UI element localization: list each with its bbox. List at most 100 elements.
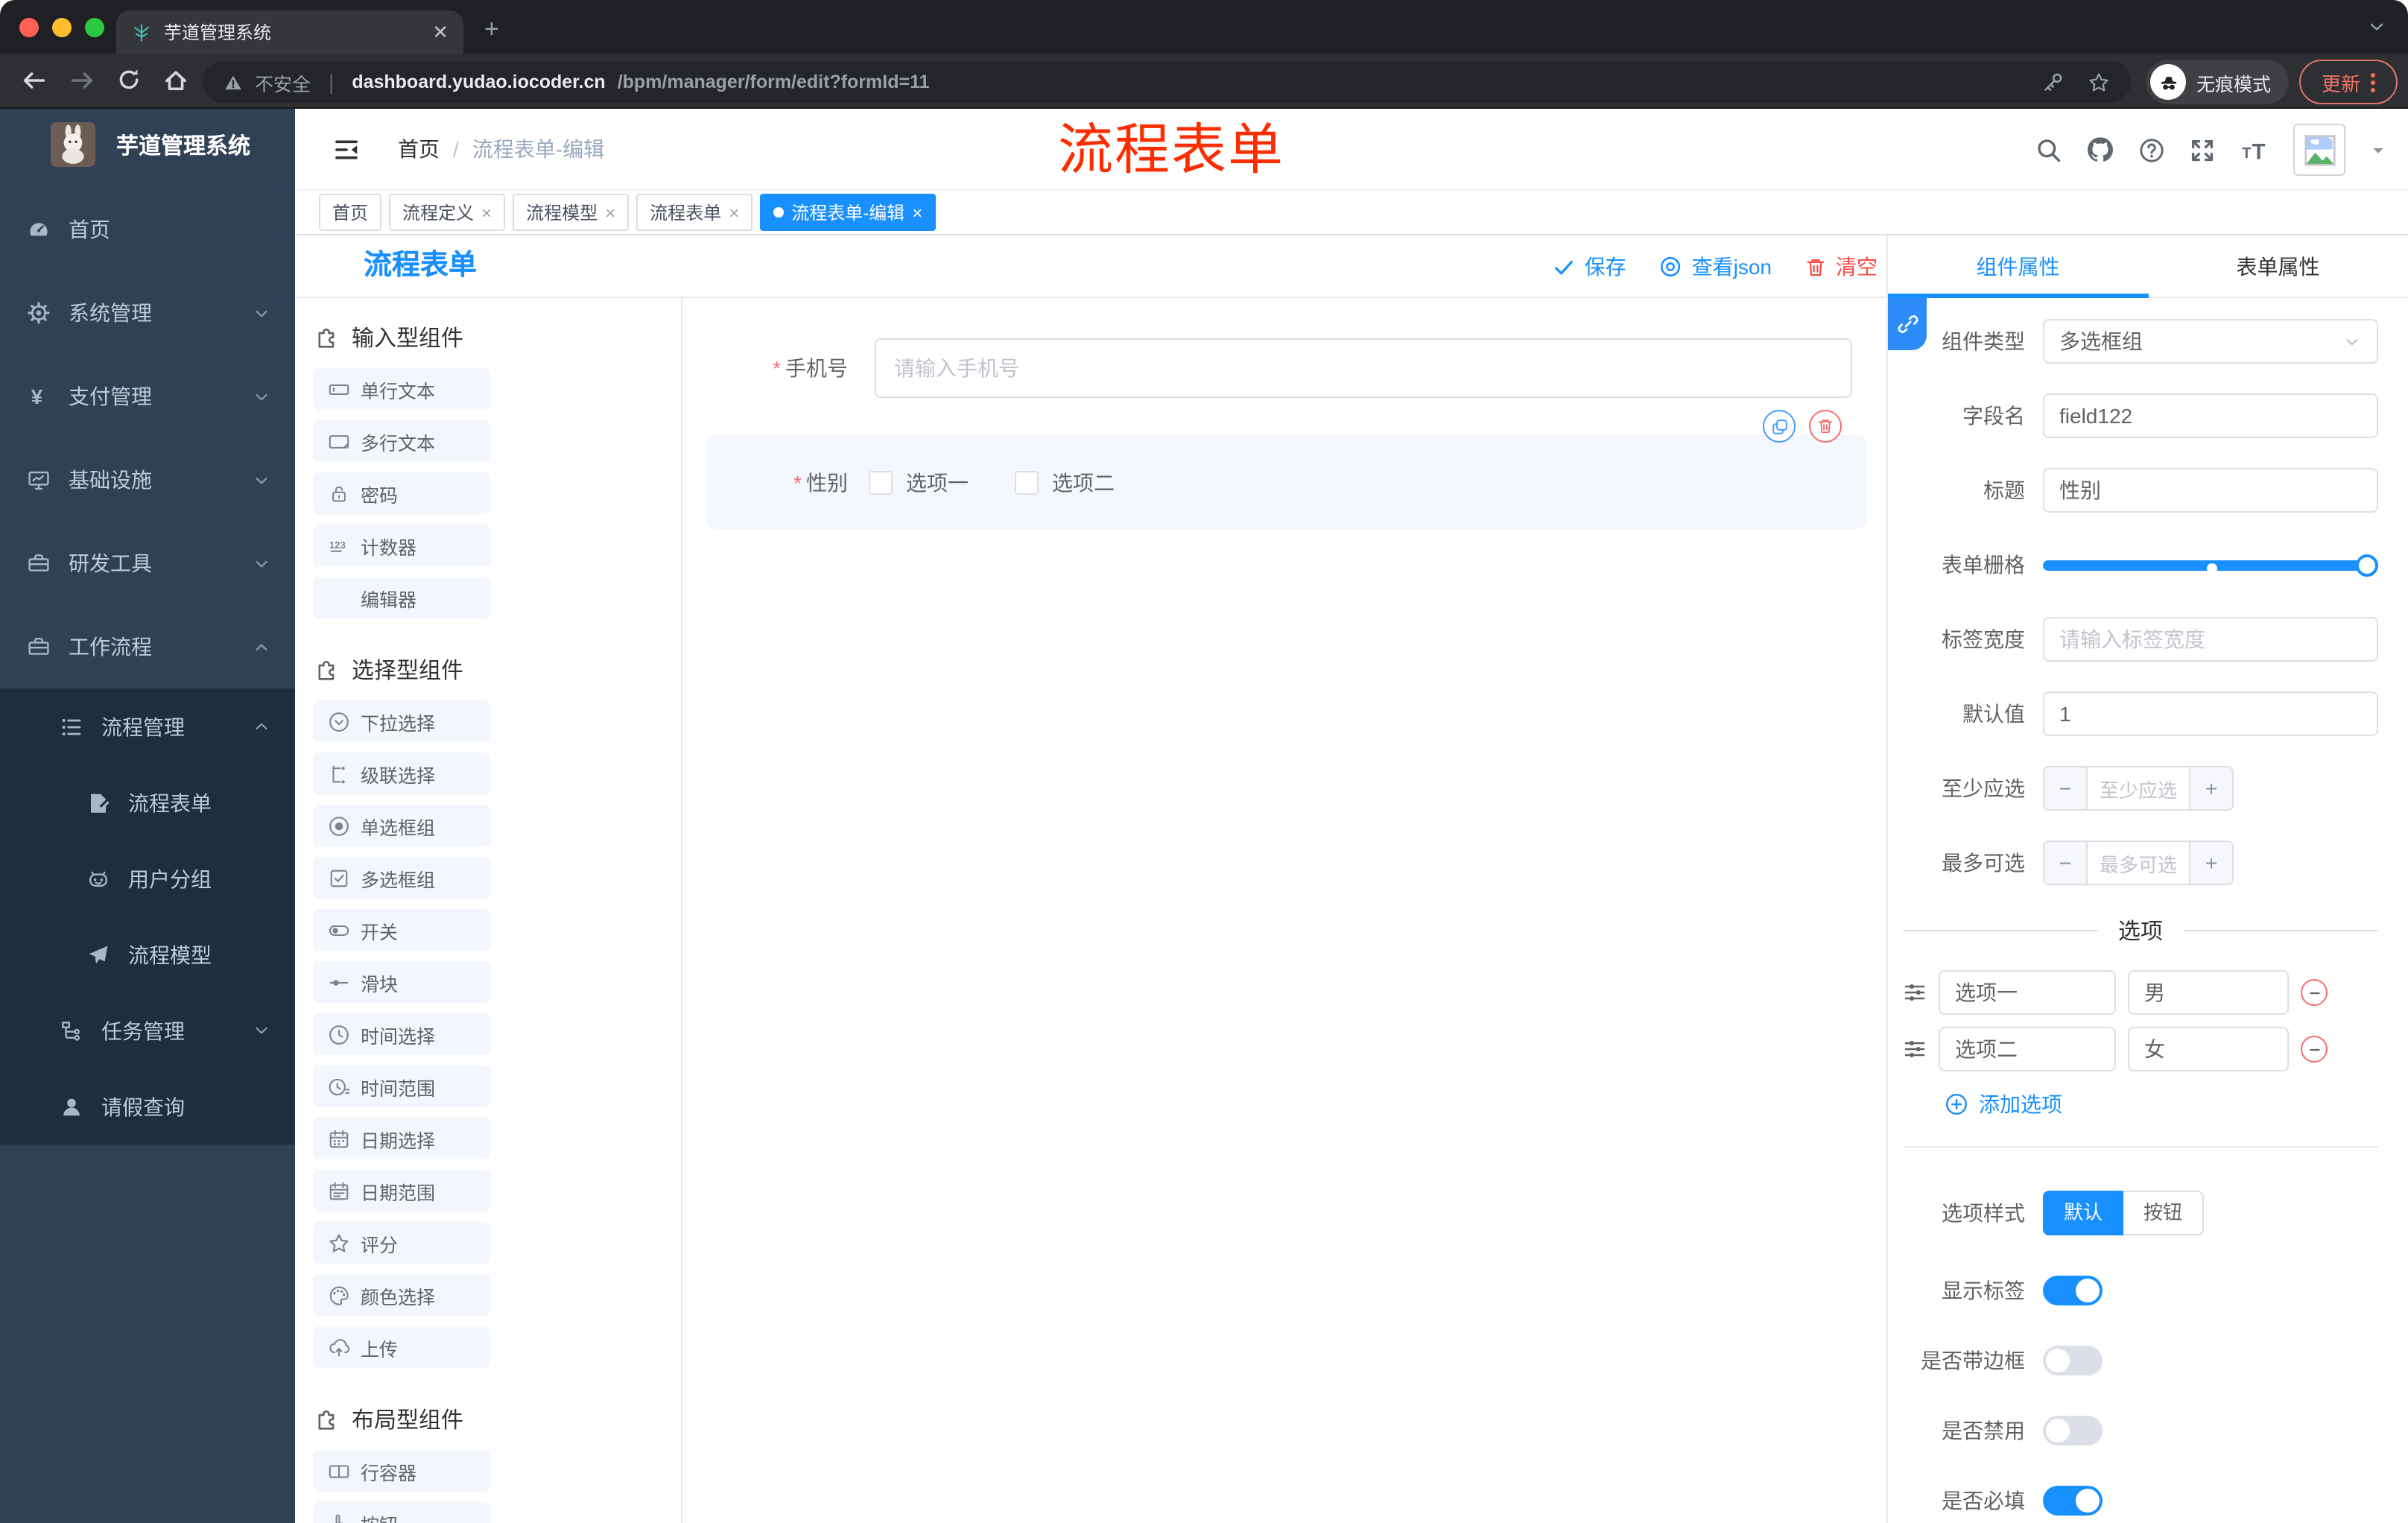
bookmark-star-icon[interactable] xyxy=(2088,71,2110,93)
close-window-button[interactable] xyxy=(19,18,39,37)
increase-button[interactable]: + xyxy=(2189,842,2232,884)
default-value-input[interactable] xyxy=(2043,691,2378,736)
sidebar-item-user-group[interactable]: 用户分组 xyxy=(0,840,295,916)
gender-option-1[interactable]: 选项一 xyxy=(869,467,969,497)
palette-item-editor[interactable]: 编辑器 xyxy=(313,577,490,618)
palette-item-checkbox-group[interactable]: 多选框组 xyxy=(313,857,490,899)
drag-handle-icon[interactable] xyxy=(1903,1037,1927,1061)
sidebar-item-payment[interactable]: 支付管理 xyxy=(0,355,295,438)
palette-item-time-picker[interactable]: 时间选择 xyxy=(313,1013,490,1055)
clear-button[interactable]: 清空 xyxy=(1805,252,1878,282)
option-value-input[interactable] xyxy=(2128,970,2289,1015)
palette-item-radio-group[interactable]: 单选框组 xyxy=(313,805,490,846)
search-icon[interactable] xyxy=(2035,136,2062,163)
tab-process-form-edit[interactable]: 流程表单-编辑 × xyxy=(760,194,937,231)
delete-component-button[interactable] xyxy=(1809,410,1842,443)
style-button-button[interactable]: 按钮 xyxy=(2123,1191,2204,1235)
avatar-caret-icon[interactable] xyxy=(2369,141,2387,159)
tab-form-props[interactable]: 表单属性 xyxy=(2148,235,2408,297)
zoom-window-button[interactable] xyxy=(85,18,104,37)
add-option-button[interactable]: 添加选项 xyxy=(1945,1089,2378,1119)
label-width-input[interactable] xyxy=(2043,617,2378,662)
decrease-button[interactable]: − xyxy=(2044,767,2088,809)
chrome-update-button[interactable]: 更新 xyxy=(2299,60,2398,104)
palette-item-row-container[interactable]: 行容器 xyxy=(313,1450,490,1492)
border-toggle[interactable] xyxy=(2043,1346,2103,1375)
min-select-input[interactable]: 至少应选 xyxy=(2088,767,2189,809)
palette-item-button[interactable]: 按钮 xyxy=(313,1502,490,1523)
palette-item-cascader[interactable]: 级联选择 xyxy=(313,753,490,794)
palette-item-date-picker[interactable]: 日期选择 xyxy=(313,1118,490,1159)
palette-item-multi-line-text[interactable]: 多行文本 xyxy=(313,420,490,462)
close-tab-icon[interactable]: × xyxy=(912,203,922,221)
breadcrumb-home[interactable]: 首页 xyxy=(398,134,440,164)
palette-item-slider[interactable]: 滑块 xyxy=(313,961,490,1003)
browser-tab[interactable]: 芋道管理系统 ✕ xyxy=(116,10,463,54)
font-size-icon[interactable] xyxy=(2240,136,2269,163)
collapse-sidebar-icon[interactable] xyxy=(332,135,361,163)
slider-handle[interactable] xyxy=(2356,554,2378,577)
forward-icon[interactable] xyxy=(69,67,95,94)
sidebar-item-process-model[interactable]: 流程模型 xyxy=(0,916,295,992)
sidebar-item-home[interactable]: 首页 xyxy=(0,188,295,271)
new-tab-button[interactable]: + xyxy=(484,15,499,45)
decrease-button[interactable]: − xyxy=(2044,842,2088,884)
sidebar-item-process-form[interactable]: 流程表单 xyxy=(0,764,295,840)
fullscreen-icon[interactable] xyxy=(2189,136,2216,163)
option-label-input[interactable] xyxy=(1939,970,2116,1015)
palette-item-password[interactable]: 密码 xyxy=(313,472,490,514)
tab-process-model[interactable]: 流程模型 × xyxy=(513,194,630,231)
phone-field-input[interactable]: 请输入手机号 xyxy=(875,338,1852,398)
sidebar-item-infrastructure[interactable]: 基础设施 xyxy=(0,438,295,522)
browser-menu-icon[interactable] xyxy=(2371,72,2375,92)
not-secure-warning-icon[interactable] xyxy=(224,72,243,92)
help-icon[interactable] xyxy=(2138,136,2165,163)
palette-item-counter[interactable]: 计数器 xyxy=(313,525,490,566)
style-default-button[interactable]: 默认 xyxy=(2043,1191,2123,1235)
sidebar-item-process-management[interactable]: 流程管理 xyxy=(0,688,295,764)
github-icon[interactable] xyxy=(2086,136,2114,164)
field-name-input[interactable] xyxy=(2043,393,2378,438)
reload-icon[interactable] xyxy=(116,67,142,92)
address-bar[interactable]: 不安全 | dashboard.yudao.iocoder.cn/bpm/man… xyxy=(203,61,2131,103)
close-tab-icon[interactable]: × xyxy=(605,203,615,221)
design-canvas[interactable]: * 手机号 请输入手机号 * 性别 选项一 选项二 xyxy=(684,298,1886,1523)
gender-option-2[interactable]: 选项二 xyxy=(1015,467,1115,497)
disabled-toggle[interactable] xyxy=(2043,1416,2103,1446)
sidebar-item-leave-query[interactable]: 请假查询 xyxy=(0,1068,295,1144)
grid-slider[interactable] xyxy=(2043,542,2378,587)
slider-track[interactable] xyxy=(2043,560,2363,571)
close-tab-icon[interactable]: × xyxy=(729,203,739,221)
palette-item-date-range[interactable]: 日期范围 xyxy=(313,1170,490,1212)
checkbox[interactable] xyxy=(1015,470,1039,494)
password-key-icon[interactable] xyxy=(2041,71,2064,93)
save-button[interactable]: 保存 xyxy=(1553,252,1626,282)
tab-home[interactable]: 首页 xyxy=(319,194,382,231)
tab-overflow-chevron-icon[interactable] xyxy=(2366,16,2387,37)
avatar[interactable] xyxy=(2293,124,2345,176)
sidebar-item-workflow[interactable]: 工作流程 xyxy=(0,605,295,688)
option-value-input[interactable] xyxy=(2128,1027,2289,1071)
close-tab-icon[interactable]: × xyxy=(481,203,492,221)
minimize-window-button[interactable] xyxy=(52,18,72,37)
palette-item-single-line-text[interactable]: 单行文本 xyxy=(313,368,490,410)
gender-field-selected[interactable]: * 性别 选项一 选项二 xyxy=(706,410,1867,529)
option-label-input[interactable] xyxy=(1939,1027,2116,1071)
checkbox[interactable] xyxy=(869,470,893,494)
window-controls[interactable] xyxy=(19,18,104,37)
collapse-panel-handle[interactable] xyxy=(1888,298,1927,350)
tab-process-definition[interactable]: 流程定义 × xyxy=(389,194,506,231)
palette-item-time-range[interactable]: 时间范围 xyxy=(313,1066,490,1107)
palette-item-upload[interactable]: 上传 xyxy=(313,1326,490,1368)
show-label-toggle[interactable] xyxy=(2043,1276,2103,1305)
tab-process-form[interactable]: 流程表单 × xyxy=(636,194,753,231)
home-icon[interactable] xyxy=(162,67,189,94)
sidebar-item-devtools[interactable]: 研发工具 xyxy=(0,522,295,605)
component-type-select[interactable]: 多选框组 xyxy=(2043,319,2378,364)
phone-field[interactable]: * 手机号 请输入手机号 xyxy=(684,338,1852,398)
palette-item-rate[interactable]: 评分 xyxy=(313,1222,490,1264)
duplicate-component-button[interactable] xyxy=(1763,410,1796,443)
palette-item-color-picker[interactable]: 颜色选择 xyxy=(313,1274,490,1316)
palette-item-select[interactable]: 下拉选择 xyxy=(313,700,490,742)
sidebar-item-system[interactable]: 系统管理 xyxy=(0,271,295,355)
